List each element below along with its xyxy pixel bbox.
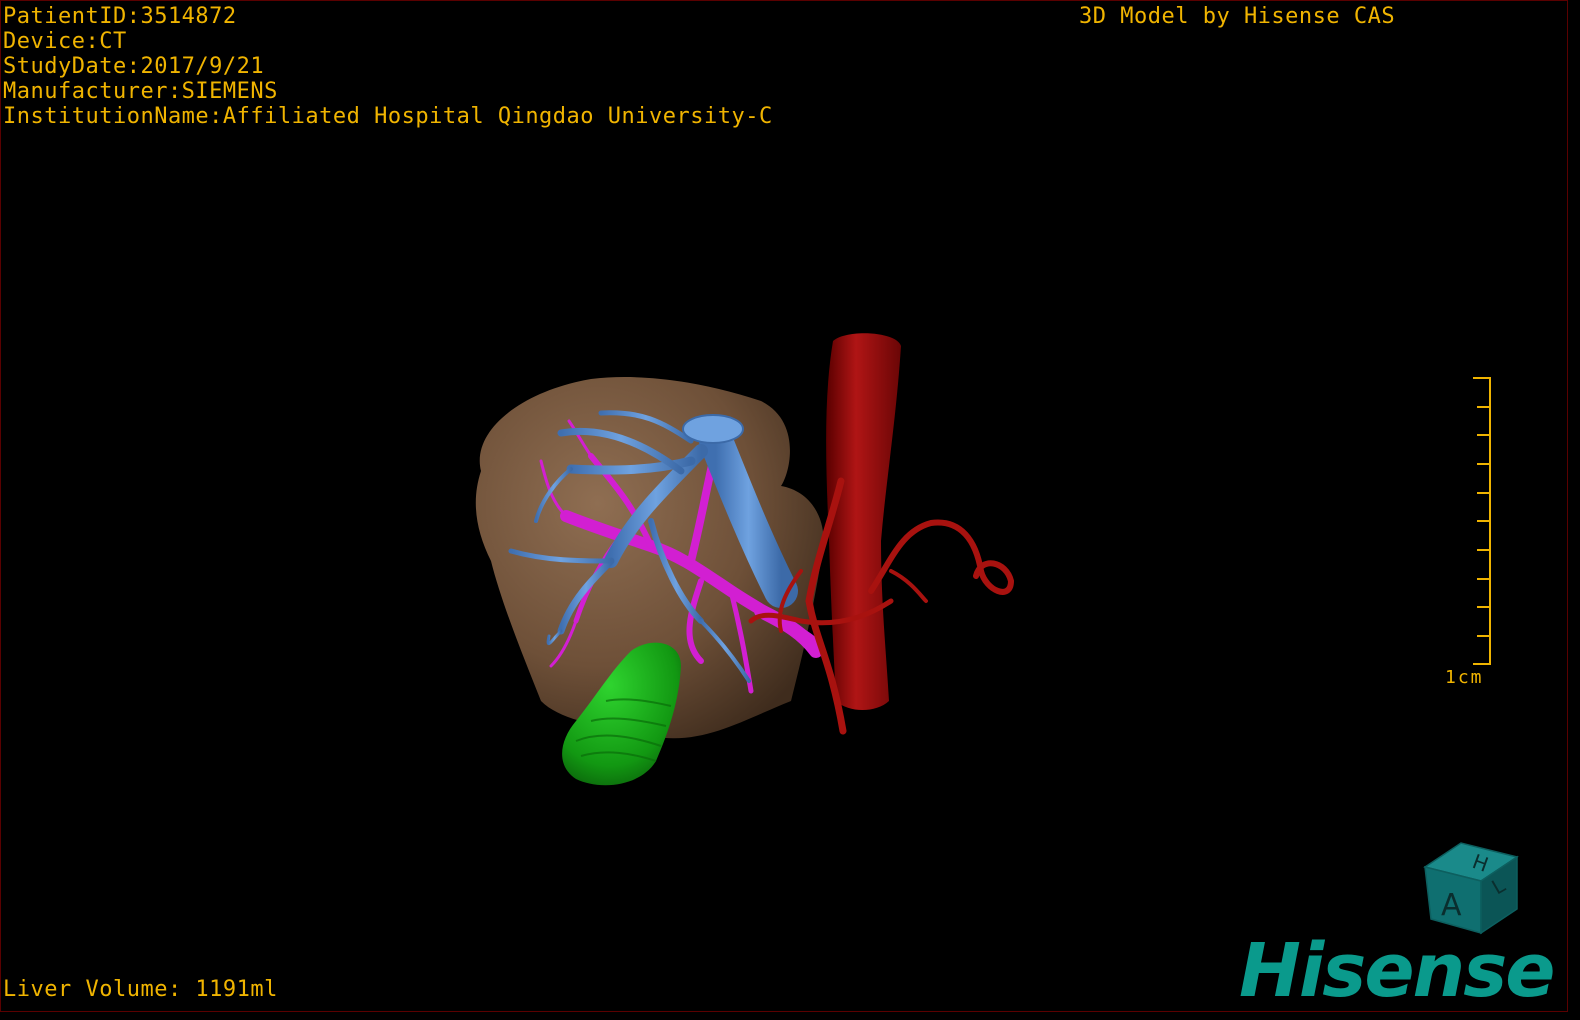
study-date: StudyDate:2017/9/21 [3,54,265,79]
patient-metadata: PatientID:3514872 Device:CT StudyDate:20… [3,4,773,129]
scale-tick [1477,434,1491,436]
scale-tick [1477,635,1491,637]
cube-front-label: A [1441,888,1462,923]
liver-3d-model[interactable] [1,1,1568,1012]
scale-tick [1477,520,1491,522]
hisense-logo: Hisense [1239,928,1555,1012]
scale-label: 1cm [1445,667,1484,688]
scale-tick [1477,606,1491,608]
portal-vein-cap [682,414,744,444]
scale-tick [1477,549,1491,551]
patient-id: PatientID:3514872 [3,4,237,29]
scale-tick [1477,578,1491,580]
scale-bar [1473,377,1493,667]
scale-tick [1473,377,1491,379]
orientation-cube[interactable]: H A L [1419,837,1523,937]
aorta [826,333,901,710]
scale-tick [1477,492,1491,494]
scale-tick [1477,406,1491,408]
institution-name: InstitutionName:Affiliated Hospital Qing… [3,104,773,129]
scale-tick [1473,663,1491,665]
device: Device:CT [3,29,127,54]
scale-tick [1477,463,1491,465]
model-brand-text: 3D Model by Hisense CAS [1079,4,1396,29]
3d-viewport[interactable]: PatientID:3514872 Device:CT StudyDate:20… [0,0,1568,1012]
liver-volume: Liver Volume: 1191ml [3,977,278,1002]
manufacturer: Manufacturer:SIEMENS [3,79,278,104]
